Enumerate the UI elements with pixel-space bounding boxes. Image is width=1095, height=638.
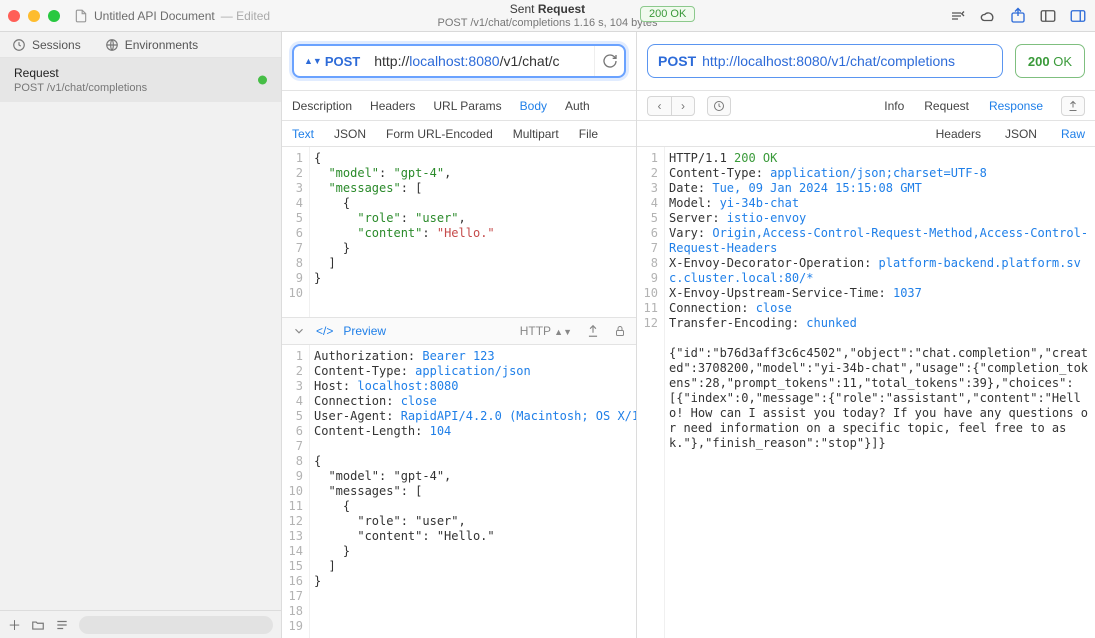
export-icon[interactable] [1009, 7, 1027, 25]
resp-subtab-raw[interactable]: Raw [1061, 127, 1085, 141]
body-tab-json[interactable]: JSON [334, 127, 366, 141]
sidebar-request-item[interactable]: Request POST /v1/chat/completions [0, 58, 281, 102]
history-forward-button[interactable]: › [671, 96, 695, 116]
resp-tab-response[interactable]: Response [989, 99, 1043, 113]
response-pane: POST http://localhost:8080/v1/chat/compl… [637, 32, 1095, 638]
body-tab-text[interactable]: Text [292, 127, 314, 141]
close-window-button[interactable] [8, 10, 20, 22]
body-tab-multipart[interactable]: Multipart [513, 127, 559, 141]
body-editor-gutter: 1 2 3 4 5 6 7 8 9 10 [282, 147, 310, 317]
document-title: Untitled API Document [94, 9, 215, 23]
response-gutter: 1 2 3 4 5 6 7 8 9 10 11 12 [637, 147, 665, 638]
tab-body[interactable]: Body [520, 99, 547, 113]
status-dot [258, 76, 267, 85]
document-edited-indicator: — Edited [221, 9, 270, 23]
share-icon[interactable] [586, 324, 600, 338]
code-bracket-icon: </> [316, 324, 333, 338]
clock-icon [12, 38, 26, 52]
share-icon [1067, 100, 1079, 112]
tab-description[interactable]: Description [292, 99, 352, 113]
sidebar: Sessions Environments Request POST /v1/c… [0, 32, 282, 638]
preview-gutter: 1 2 3 4 5 6 7 8 9 10 11 12 13 14 15 16 1… [282, 345, 310, 638]
history-back-button[interactable]: ‹ [647, 96, 671, 116]
tab-auth[interactable]: Auth [565, 99, 590, 113]
chevron-down-icon[interactable] [292, 324, 306, 338]
response-url: POST http://localhost:8080/v1/chat/compl… [647, 44, 1003, 78]
response-body[interactable]: HTTP/1.1 200 OK Content-Type: applicatio… [665, 147, 1095, 638]
cloud-icon[interactable] [979, 7, 997, 25]
zoom-window-button[interactable] [48, 10, 60, 22]
request-name: Request [14, 66, 267, 80]
preview-editor: Authorization: Bearer 123 Content-Type: … [310, 345, 636, 638]
folder-icon[interactable] [31, 618, 45, 632]
resp-subtab-headers[interactable]: Headers [936, 127, 981, 141]
protocol-dropdown[interactable]: HTTP ▲▼ [520, 324, 572, 338]
toggle-icon[interactable] [949, 7, 967, 25]
sessions-tab[interactable]: Sessions [12, 38, 81, 52]
resp-subtab-json[interactable]: JSON [1005, 127, 1037, 141]
list-icon[interactable] [55, 618, 69, 632]
url-input-box[interactable]: ▲▼POST http://localhost:8080/v1/chat/c [292, 44, 626, 78]
lock-icon[interactable] [614, 324, 626, 338]
response-status: 200 OK [1015, 44, 1085, 78]
history-icon [713, 100, 725, 112]
resp-tab-request[interactable]: Request [924, 99, 969, 113]
request-pane: ▲▼POST http://localhost:8080/v1/chat/c D… [282, 32, 637, 638]
window-titlebar: Untitled API Document — Edited Sent Requ… [0, 0, 1095, 32]
url-input[interactable]: http://localhost:8080/v1/chat/c [370, 53, 594, 69]
sidebar-search-input[interactable] [79, 616, 273, 634]
environments-tab[interactable]: Environments [105, 38, 198, 52]
globe-icon [105, 38, 119, 52]
send-button[interactable] [594, 46, 624, 76]
body-editor[interactable]: { "model": "gpt-4", "messages": [ { "rol… [310, 147, 636, 317]
body-tab-file[interactable]: File [579, 127, 598, 141]
titlebar-subtitle: POST /v1/chat/completions 1.16 s, 104 by… [438, 16, 658, 30]
minimize-window-button[interactable] [28, 10, 40, 22]
response-share-button[interactable] [1061, 96, 1085, 116]
refresh-icon [602, 53, 618, 69]
add-icon[interactable]: ＋ [8, 615, 21, 634]
document-icon [74, 9, 88, 23]
sidebar-footer: ＋ [0, 610, 281, 638]
method-dropdown[interactable]: ▲▼POST [294, 54, 370, 69]
panel-left-icon[interactable] [1039, 7, 1057, 25]
title-status-pill: 200 OK [640, 6, 695, 22]
tab-headers[interactable]: Headers [370, 99, 415, 113]
preview-toggle[interactable]: Preview [343, 324, 386, 338]
tab-url-params[interactable]: URL Params [433, 99, 501, 113]
body-tab-form[interactable]: Form URL-Encoded [386, 127, 493, 141]
resp-tab-info[interactable]: Info [884, 99, 904, 113]
history-button[interactable] [707, 96, 731, 116]
request-subtitle: POST /v1/chat/completions [14, 82, 267, 94]
panel-right-icon[interactable] [1069, 7, 1087, 25]
